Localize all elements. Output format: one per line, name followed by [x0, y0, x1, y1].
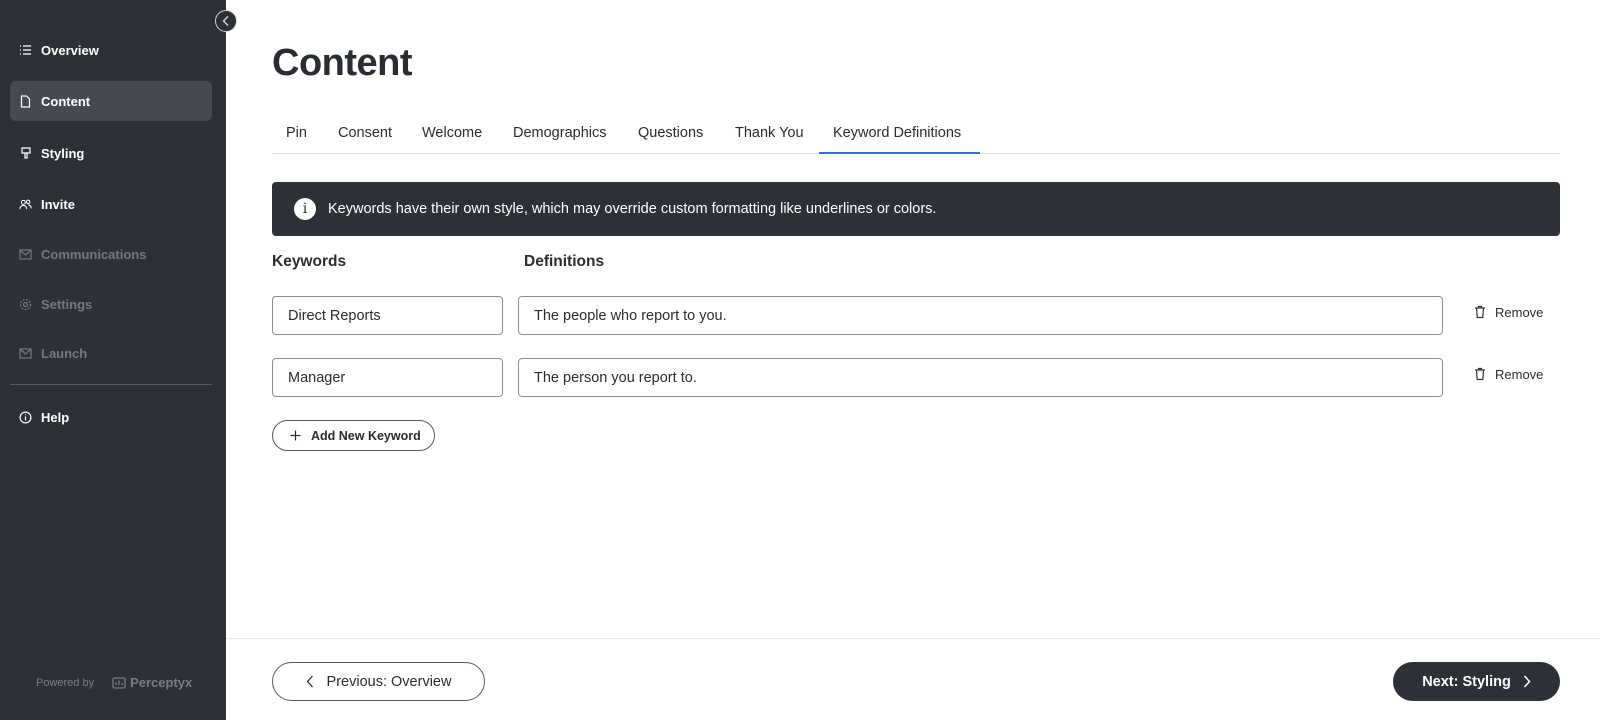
sidebar-item-invite[interactable]: Invite [10, 184, 212, 224]
trash-icon [1474, 305, 1486, 319]
tab-consent[interactable]: Consent [324, 118, 406, 154]
gear-icon [19, 298, 32, 311]
sidebar-item-communications[interactable]: Communications [10, 234, 212, 274]
document-icon [19, 94, 32, 108]
chevron-left-icon [222, 15, 229, 27]
info-banner: i Keywords have their own style, which m… [272, 182, 1560, 236]
info-banner-text: Keywords have their own style, which may… [328, 201, 937, 217]
remove-label: Remove [1495, 304, 1544, 320]
sidebar-item-label: Launch [41, 345, 88, 361]
users-icon [19, 198, 32, 211]
page-title: Content [272, 42, 413, 84]
sidebar-item-label: Help [41, 409, 70, 425]
sidebar-item-label: Invite [41, 196, 75, 212]
next-button[interactable]: Next: Styling [1393, 662, 1560, 701]
trash-icon [1474, 367, 1486, 381]
sidebar-item-label: Styling [41, 145, 85, 161]
previous-button[interactable]: Previous: Overview [272, 662, 485, 701]
definitions-column-header: Definitions [524, 253, 605, 270]
remove-label: Remove [1495, 366, 1544, 382]
sidebar-item-label: Communications [41, 246, 147, 262]
previous-button-label: Previous: Overview [326, 673, 452, 690]
sidebar-divider [10, 384, 212, 385]
sidebar-item-settings[interactable]: Settings [10, 284, 212, 324]
sidebar-item-overview[interactable]: Overview [10, 30, 212, 70]
chevron-left-icon [306, 675, 314, 688]
sidebar-item-styling[interactable]: Styling [10, 133, 212, 173]
list-icon [19, 44, 32, 57]
brand-logo: Perceptyx [112, 675, 192, 690]
add-new-keyword-label: Add New Keyword [311, 428, 421, 443]
info-circle-icon [19, 410, 32, 424]
tab-demographics[interactable]: Demographics [499, 118, 621, 154]
sidebar-item-label: Overview [41, 42, 99, 58]
remove-button[interactable]: Remove [1474, 364, 1543, 384]
paint-brush-icon [19, 146, 32, 160]
envelope-icon [19, 248, 32, 261]
keyword-input[interactable] [272, 296, 503, 335]
sidebar-item-label: Content [41, 93, 91, 109]
sidebar-item-help[interactable]: Help [10, 397, 212, 437]
perceptyx-logo-icon [112, 676, 126, 689]
keywords-column-header: Keywords [272, 253, 347, 270]
next-button-label: Next: Styling [1422, 673, 1511, 690]
sidebar-item-content[interactable]: Content [10, 81, 212, 121]
sidebar-item-launch[interactable]: Launch [10, 333, 212, 373]
tab-questions[interactable]: Questions [624, 118, 717, 154]
powered-by-label: Powered by [36, 676, 95, 689]
info-icon: i [294, 198, 316, 220]
collapse-sidebar-button[interactable] [215, 10, 237, 32]
definition-input[interactable] [518, 358, 1443, 397]
envelope-icon [19, 347, 32, 360]
tab-keyword-definitions[interactable]: Keyword Definitions [819, 118, 980, 154]
tab-thank-you[interactable]: Thank You [721, 118, 818, 154]
powered-by: Powered by Perceptyx [36, 675, 192, 690]
keyword-input[interactable] [272, 358, 503, 397]
tab-welcome[interactable]: Welcome [408, 118, 496, 154]
sidebar-item-label: Settings [41, 296, 93, 312]
add-new-keyword-button[interactable]: Add New Keyword [272, 420, 435, 451]
sidebar: Overview Content Styling Invite Communic… [0, 0, 226, 720]
brand-name: Perceptyx [130, 675, 193, 690]
remove-button[interactable]: Remove [1474, 302, 1543, 322]
tab-pin[interactable]: Pin [272, 118, 321, 154]
plus-icon [290, 430, 301, 441]
chevron-right-icon [1523, 675, 1531, 688]
tab-bar: Pin Consent Welcome Demographics Questio… [272, 118, 1560, 154]
definition-input[interactable] [518, 296, 1443, 335]
